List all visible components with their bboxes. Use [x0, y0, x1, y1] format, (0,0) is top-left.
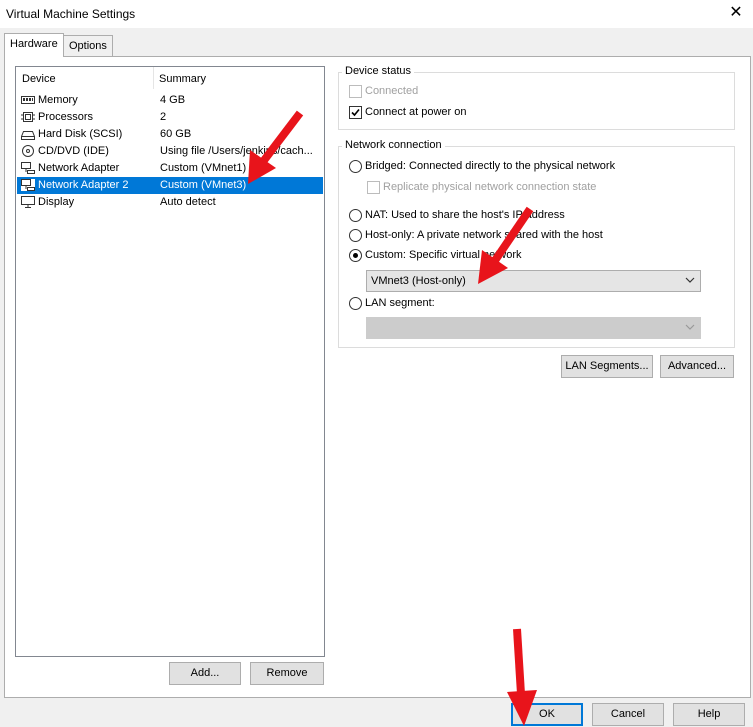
- connected-checkbox[interactable]: [349, 85, 362, 98]
- host-only-radio[interactable]: [349, 229, 362, 242]
- add-button[interactable]: Add...: [169, 662, 241, 685]
- custom-network-value: VMnet3 (Host-only): [371, 275, 466, 287]
- column-header-device[interactable]: Device: [22, 73, 56, 85]
- device-name: Network Adapter 2: [38, 179, 129, 191]
- nat-radio[interactable]: [349, 209, 362, 222]
- tab-options[interactable]: Options: [63, 35, 113, 56]
- remove-button[interactable]: Remove: [250, 662, 324, 685]
- memory-icon: [21, 94, 35, 106]
- cancel-button[interactable]: Cancel: [592, 703, 664, 726]
- connect-at-power-on-label: Connect at power on: [365, 106, 467, 118]
- device-name: CD/DVD (IDE): [38, 145, 109, 157]
- device-row-memory[interactable]: Memory 4 GB: [17, 92, 323, 109]
- device-name: Processors: [38, 111, 94, 123]
- column-header-summary[interactable]: Summary: [159, 73, 206, 85]
- cd-dvd-icon: [21, 145, 35, 157]
- connected-label: Connected: [365, 85, 419, 97]
- device-name: Display: [38, 196, 75, 208]
- checkmark-icon: [351, 108, 360, 117]
- lan-segment-radio[interactable]: [349, 297, 362, 310]
- device-status-title: Device status: [342, 65, 415, 77]
- lan-segment-select[interactable]: [366, 317, 701, 339]
- device-status-group: [338, 72, 735, 130]
- lan-segments-button[interactable]: LAN Segments...: [561, 355, 653, 378]
- device-summary: Auto detect: [160, 196, 216, 208]
- annotation-arrow-icon: [248, 110, 304, 184]
- bridged-label: Bridged: Connected directly to the physi…: [365, 160, 616, 172]
- device-row-display[interactable]: Display Auto detect: [17, 194, 323, 211]
- hard-disk-icon: [21, 128, 35, 140]
- custom-radio[interactable]: [349, 249, 362, 262]
- annotation-arrow-icon: [478, 206, 534, 284]
- help-button[interactable]: Help: [673, 703, 745, 726]
- replicate-label: Replicate physical network connection st…: [383, 181, 597, 193]
- column-separator: [153, 67, 154, 89]
- lan-segment-label: LAN segment:: [365, 297, 435, 309]
- device-name: Hard Disk (SCSI): [38, 128, 123, 140]
- connect-at-power-on-checkbox[interactable]: [349, 106, 362, 119]
- bridged-radio[interactable]: [349, 160, 362, 173]
- network-adapter-icon: [21, 179, 35, 191]
- window-title: Virtual Machine Settings: [6, 7, 136, 21]
- display-icon: [21, 196, 35, 208]
- replicate-checkbox[interactable]: [367, 181, 380, 194]
- tab-hardware[interactable]: Hardware: [4, 33, 64, 57]
- close-icon[interactable]: ✕: [721, 1, 751, 25]
- device-summary: 4 GB: [160, 94, 186, 106]
- chevron-down-icon: [685, 275, 695, 288]
- network-adapter-icon: [21, 162, 35, 174]
- radio-selected-dot: [353, 253, 358, 258]
- network-connection-title: Network connection: [342, 139, 445, 151]
- device-name: Network Adapter: [38, 162, 120, 174]
- advanced-button[interactable]: Advanced...: [660, 355, 734, 378]
- annotation-arrow-icon: [507, 628, 537, 726]
- device-name: Memory: [38, 94, 78, 106]
- processor-icon: [21, 111, 35, 123]
- chevron-down-icon: [685, 322, 695, 335]
